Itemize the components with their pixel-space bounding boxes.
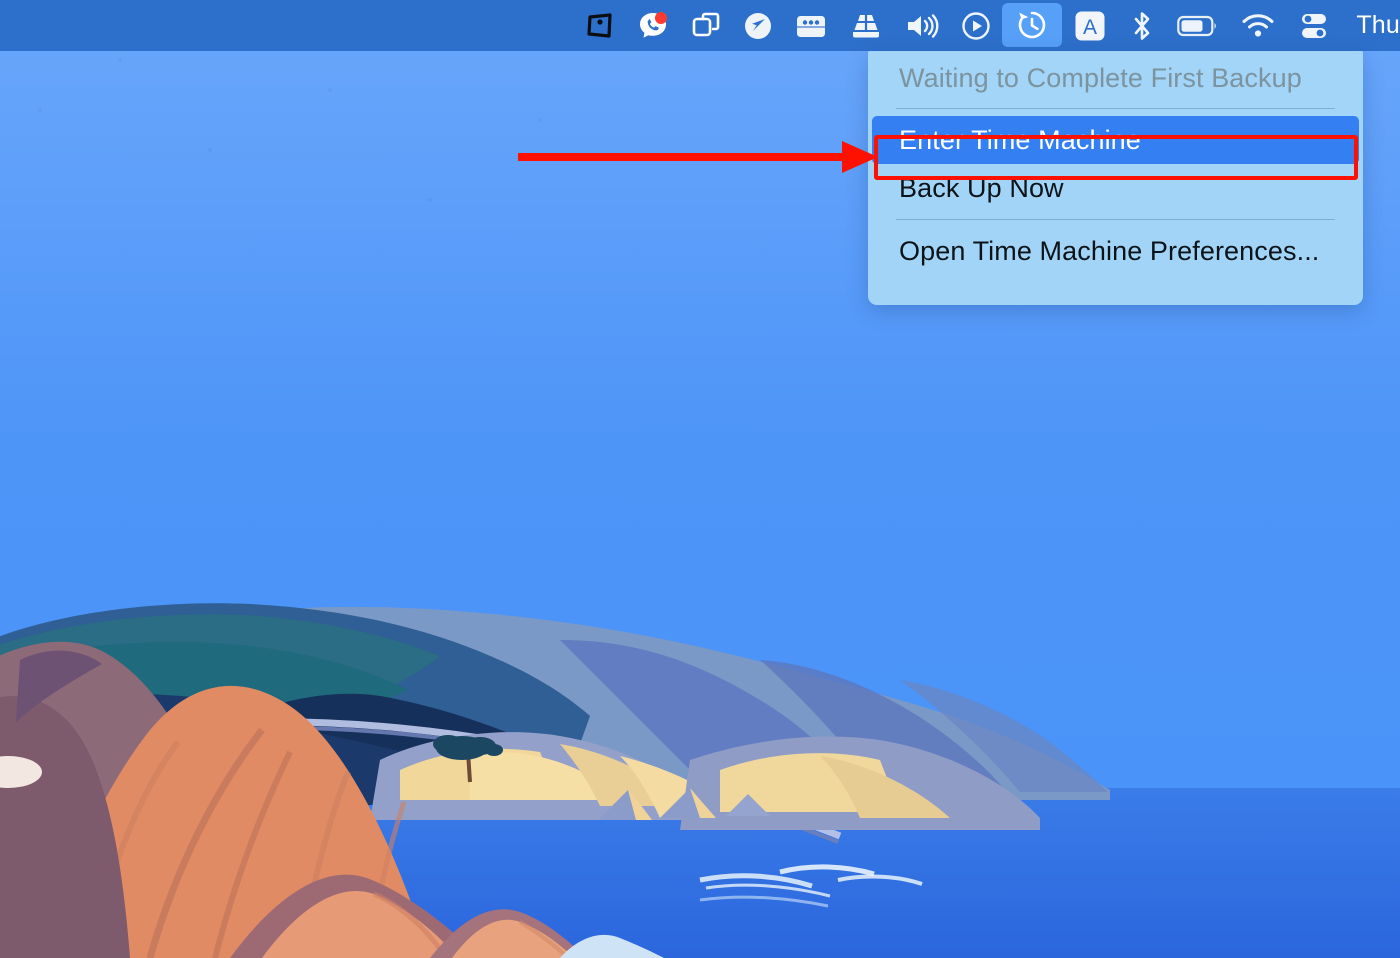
menu-bar-clock[interactable]: Thu: [1342, 0, 1400, 51]
menu-item-open-preferences[interactable]: Open Time Machine Preferences...: [868, 227, 1363, 275]
control-center-icon[interactable]: [1286, 0, 1342, 51]
desktop-screen: A Thu Waiting to Complete First Backup E…: [0, 0, 1400, 958]
menu-separator-1: [896, 108, 1335, 109]
menu-item-backup-status: Waiting to Complete First Backup: [899, 62, 1302, 93]
time-machine-icon[interactable]: [1002, 2, 1063, 47]
keyboard-brightness-icon[interactable]: [838, 0, 894, 51]
menu-bar: A Thu: [0, 0, 1400, 51]
menu-item-enter-time-machine-wrapper: Enter Time Machine: [868, 116, 1363, 164]
screenshot-annotation-icon[interactable]: [574, 0, 626, 51]
menu-separator-2: [896, 219, 1335, 220]
screen-mirroring-icon[interactable]: [680, 0, 732, 51]
menu-item-back-up-now[interactable]: Back Up Now: [868, 164, 1363, 212]
red-arrow-annotation: [518, 141, 878, 173]
battery-icon[interactable]: [1166, 0, 1230, 51]
input-source-icon[interactable]: A: [1062, 0, 1118, 51]
svg-text:A: A: [1083, 16, 1097, 39]
time-machine-menu: Waiting to Complete First Backup Enter T…: [868, 51, 1363, 305]
volume-icon[interactable]: [894, 0, 950, 51]
location-arrow-icon[interactable]: [732, 0, 784, 51]
bluetooth-icon[interactable]: [1118, 0, 1166, 51]
now-playing-icon[interactable]: [950, 0, 1002, 51]
window-dots-icon[interactable]: [784, 0, 838, 51]
whatsapp-icon[interactable]: [626, 0, 680, 51]
wifi-icon[interactable]: [1230, 0, 1286, 51]
menu-item-enter-time-machine[interactable]: Enter Time Machine: [872, 116, 1359, 164]
